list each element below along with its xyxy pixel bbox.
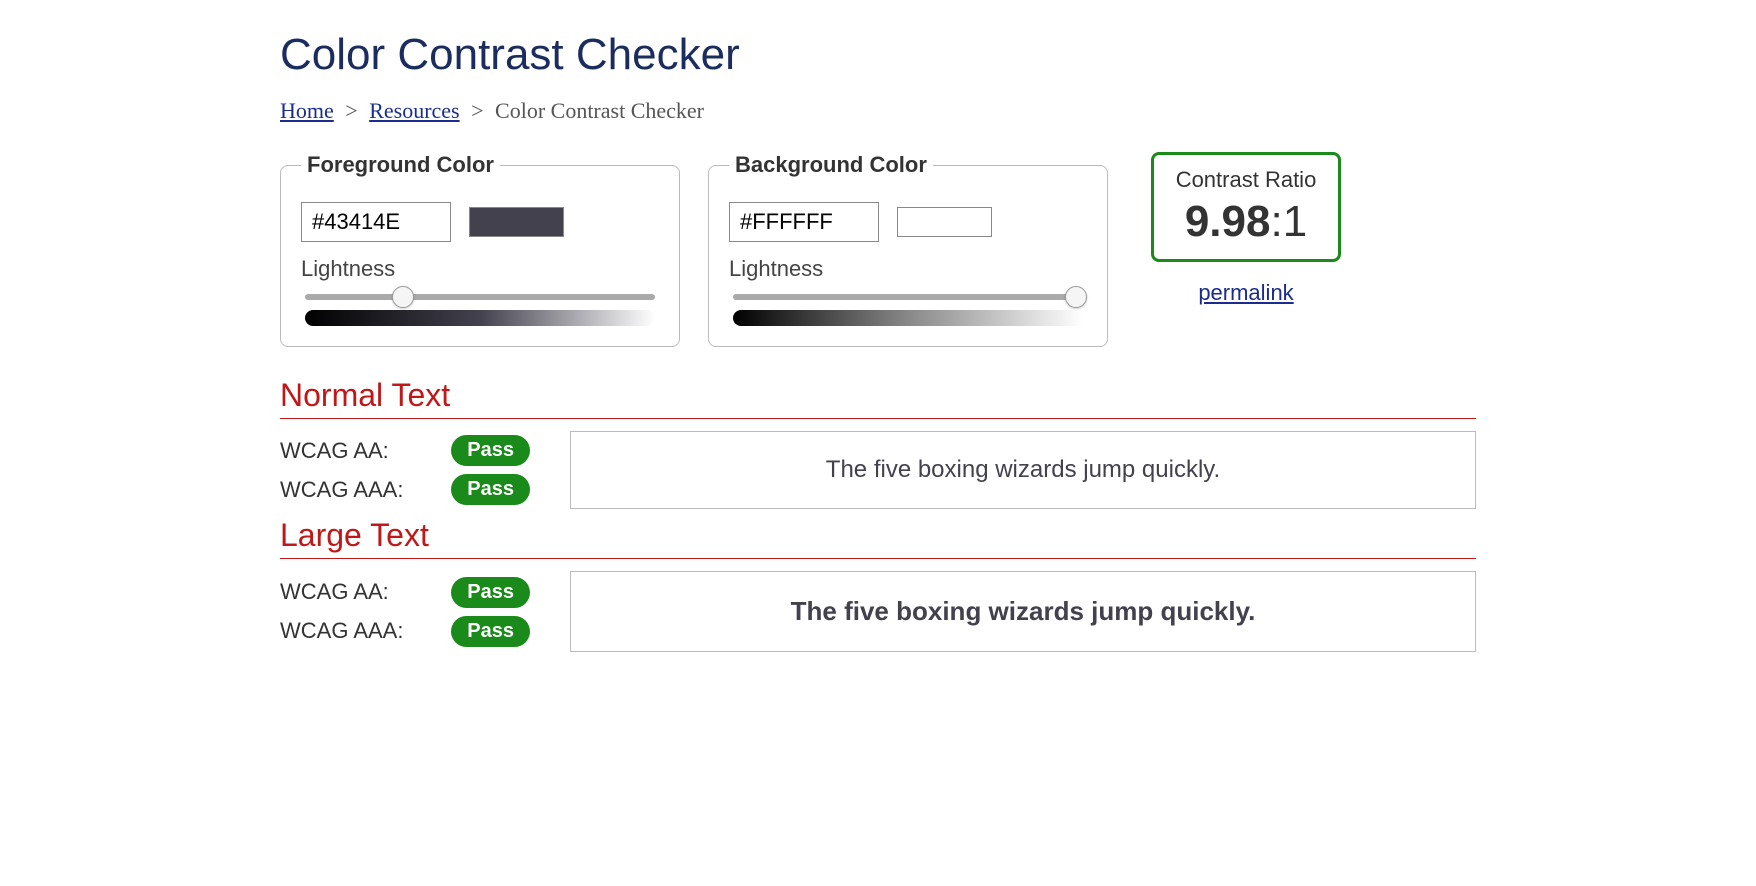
large-aa-badge: Pass: [451, 577, 530, 608]
foreground-lightness-label: Lightness: [301, 256, 659, 282]
background-swatch[interactable]: [897, 207, 992, 237]
large-aa-label: WCAG AA:: [280, 579, 389, 605]
background-lightness-slider[interactable]: [733, 294, 1083, 300]
contrast-ratio-box: Contrast Ratio 9.98:1: [1151, 152, 1342, 262]
normal-aa-label: WCAG AA:: [280, 438, 389, 464]
contrast-ratio-label: Contrast Ratio: [1176, 167, 1317, 193]
background-fieldset: Background Color Lightness: [708, 152, 1108, 347]
normal-aaa-label: WCAG AAA:: [280, 477, 403, 503]
breadcrumb-resources-link[interactable]: Resources: [369, 98, 459, 123]
background-hex-input[interactable]: [729, 202, 879, 242]
slider-thumb[interactable]: [1065, 286, 1087, 308]
large-aaa-label: WCAG AAA:: [280, 618, 403, 644]
breadcrumb-home-link[interactable]: Home: [280, 98, 334, 123]
page-title: Color Contrast Checker: [280, 30, 1476, 80]
normal-text-heading: Normal Text: [280, 377, 1476, 419]
background-lightness-label: Lightness: [729, 256, 1087, 282]
permalink-link[interactable]: permalink: [1198, 280, 1293, 306]
foreground-lightness-slider[interactable]: [305, 294, 655, 300]
large-text-sample: The five boxing wizards jump quickly.: [570, 571, 1476, 652]
normal-aaa-badge: Pass: [451, 474, 530, 505]
foreground-swatch[interactable]: [469, 207, 564, 237]
breadcrumb-current: Color Contrast Checker: [495, 98, 704, 123]
foreground-hex-input[interactable]: [301, 202, 451, 242]
breadcrumb: Home > Resources > Color Contrast Checke…: [280, 98, 1476, 124]
breadcrumb-sep: >: [345, 98, 357, 123]
slider-thumb[interactable]: [392, 286, 414, 308]
normal-aa-badge: Pass: [451, 435, 530, 466]
breadcrumb-sep: >: [471, 98, 483, 123]
background-legend: Background Color: [729, 152, 933, 178]
background-gradient-bar: [733, 310, 1083, 326]
foreground-gradient-bar: [305, 310, 655, 326]
normal-text-sample: The five boxing wizards jump quickly.: [570, 431, 1476, 509]
foreground-legend: Foreground Color: [301, 152, 500, 178]
large-aaa-badge: Pass: [451, 616, 530, 647]
foreground-fieldset: Foreground Color Lightness: [280, 152, 680, 347]
contrast-ratio-value: 9.98:1: [1176, 197, 1317, 247]
large-text-heading: Large Text: [280, 517, 1476, 559]
